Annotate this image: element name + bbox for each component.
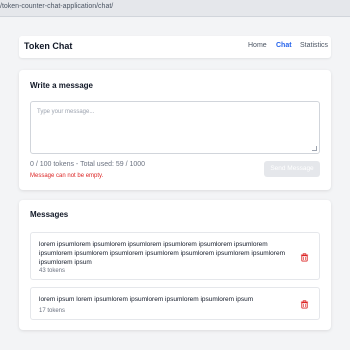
nav-link-statistics[interactable]: Statistics [300,42,328,49]
message-token-count: 43 tokens [39,268,66,274]
error-message: Message can not be empty. [30,173,104,179]
trash-icon[interactable] [300,300,309,309]
message-item: lorem ipsum lorem ipsumlorem ipsumlorem … [30,287,320,320]
message-textarea[interactable]: Type your message... [30,101,320,154]
resize-handle-icon[interactable] [312,146,317,151]
messages-card: Messages lorem ipsumlorem ipsumlorem ips… [19,200,331,330]
message-text: lorem ipsum lorem ipsumlorem ipsumlorem … [39,296,254,303]
trash-icon[interactable] [300,253,309,262]
composer-title: Write a message [30,81,93,90]
message-token-count: 17 tokens [39,308,66,314]
send-message-button[interactable]: Send Message [264,161,320,177]
nav-link-home[interactable]: Home [248,42,267,49]
browser-address-bar[interactable]: /token-counter-chat-application/chat/ [0,0,350,17]
message-text: lorem ipsumlorem ipsumlorem ipsumlorem i… [39,241,285,266]
nav-link-chat[interactable]: Chat [276,42,292,49]
message-item: lorem ipsumlorem ipsumlorem ipsumlorem i… [30,232,320,280]
top-navbar: Token Chat Home Chat Statistics [19,36,331,58]
url-text: /token-counter-chat-application/chat/ [0,3,114,10]
message-placeholder: Type your message... [37,109,95,115]
messages-title: Messages [30,210,69,219]
brand-title: Token Chat [24,41,73,51]
token-counter: 0 / 100 tokens - Total used: 59 / 1000 [30,161,146,168]
composer-card: Write a message Type your message... 0 /… [19,70,331,190]
